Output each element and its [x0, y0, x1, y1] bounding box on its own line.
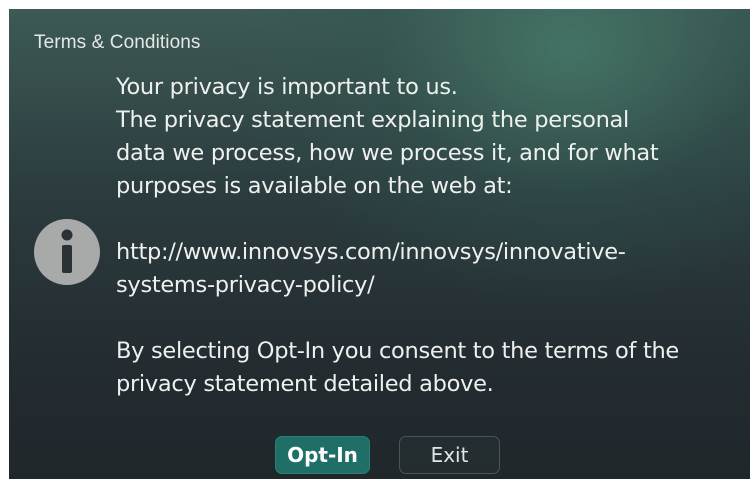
message-line: By selecting Opt-In you consent to the t… [116, 338, 679, 364]
privacy-url-line: http://www.innovsys.com/innovsys/innovat… [116, 239, 626, 265]
terms-dialog: Terms & Conditions Your privacy is impor… [9, 9, 750, 479]
message-line: Your privacy is important to us. [116, 74, 458, 100]
info-icon [34, 219, 100, 285]
dialog-buttons: Opt-In Exit [9, 436, 750, 476]
opt-in-button[interactable]: Opt-In [275, 436, 370, 474]
dialog-title: Terms & Conditions [34, 32, 201, 53]
message-line: privacy statement detailed above. [116, 371, 494, 397]
exit-button[interactable]: Exit [399, 436, 500, 474]
privacy-url-line: systems-privacy-policy/ [116, 272, 375, 298]
message-line: data we process, how we process it, and … [116, 140, 659, 166]
message-line: The privacy statement explaining the per… [116, 107, 629, 133]
message-line: purposes is available on the web at: [116, 173, 513, 199]
privacy-message: Your privacy is important to us. The pri… [116, 71, 746, 401]
